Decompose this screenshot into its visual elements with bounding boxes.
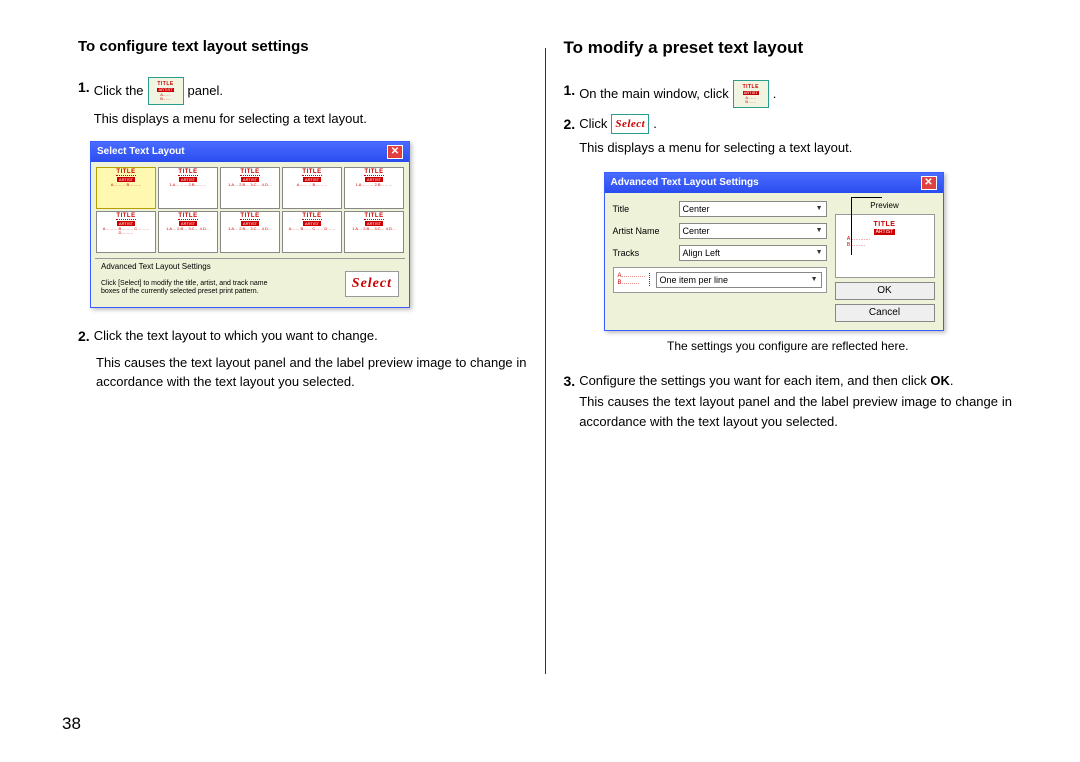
step2-text: Click the text layout to which you want … bbox=[94, 326, 527, 346]
tracks-label: Tracks bbox=[613, 248, 673, 258]
select-text-layout-dialog: Select Text Layout ✕ TITLEARTISTA……… B……… bbox=[90, 141, 410, 308]
step1-desc: This displays a menu for selecting a tex… bbox=[94, 109, 527, 129]
select-button-icon: Select bbox=[611, 114, 649, 134]
step3-desc: This causes the text layout panel and th… bbox=[579, 392, 1012, 431]
layout-option[interactable]: TITLEARTISTA……… B……… bbox=[282, 167, 342, 209]
left-column: To configure text layout settings 1. Cli… bbox=[60, 38, 545, 734]
step-number: 1. bbox=[78, 77, 90, 98]
step3-text-ok: OK bbox=[930, 373, 950, 388]
layout-option[interactable]: TITLEARTISTA…… B…… C…… D…… bbox=[282, 211, 342, 253]
step-number: 1. bbox=[564, 80, 576, 101]
manual-page: To configure text layout settings 1. Cli… bbox=[0, 0, 1080, 762]
left-step-2: 2. Click the text layout to which you wa… bbox=[78, 326, 527, 347]
advanced-section-text: Click [Select] to modify the title, arti… bbox=[101, 280, 281, 297]
layout-option[interactable]: TITLEARTIST1.A……… 2.B……… bbox=[344, 167, 404, 209]
cancel-button[interactable]: Cancel bbox=[835, 304, 935, 322]
preview-label: Preview bbox=[835, 201, 935, 210]
dialog-titlebar: Advanced Text Layout Settings ✕ bbox=[605, 173, 943, 193]
left-step-1: 1. Click the TITLEARTISTA……B…… panel. Th… bbox=[78, 77, 527, 129]
step-number: 2. bbox=[564, 114, 576, 135]
layout-option[interactable]: TITLEARTISTA……… B……… C……… D……… bbox=[96, 211, 156, 253]
dialog-title-text: Select Text Layout bbox=[97, 146, 185, 157]
step1-text-b: panel. bbox=[188, 81, 223, 101]
left-heading: To configure text layout settings bbox=[78, 38, 527, 55]
layout-grid: TITLEARTISTA……… B……… TITLEARTIST1.A……… 2… bbox=[91, 162, 409, 258]
select-button[interactable]: Select bbox=[345, 271, 399, 297]
step1-text-a: Click the bbox=[94, 81, 144, 101]
preview-caption: The settings you configure are reflected… bbox=[564, 339, 1013, 353]
layout-option[interactable]: TITLEARTIST1.A… 2.B… 3.C… 4.D… bbox=[344, 211, 404, 253]
step-number: 3. bbox=[564, 371, 576, 392]
page-number: 38 bbox=[62, 714, 81, 734]
tracks-thumb: A…………B……… bbox=[618, 273, 650, 286]
advanced-section: Advanced Text Layout Settings Click [Sel… bbox=[95, 258, 405, 303]
right-step-2: 2. Click Select . This displays a menu f… bbox=[564, 114, 1013, 158]
step3-text-c: . bbox=[950, 373, 954, 388]
step1-text: On the main window, click bbox=[579, 84, 729, 104]
callout-line bbox=[851, 197, 852, 255]
close-icon[interactable]: ✕ bbox=[387, 145, 403, 159]
items-per-line-select[interactable]: One item per line bbox=[656, 272, 822, 288]
title-artist-panel-icon: TITLEARTISTA……B…… bbox=[148, 77, 184, 105]
title-label: Title bbox=[613, 204, 673, 214]
right-heading: To modify a preset text layout bbox=[564, 38, 1013, 58]
artist-select[interactable]: Center bbox=[679, 223, 827, 239]
step-number: 2. bbox=[78, 326, 90, 347]
right-step-3: 3. Configure the settings you want for e… bbox=[564, 371, 1013, 432]
artist-label: Artist Name bbox=[613, 226, 673, 236]
ok-button[interactable]: OK bbox=[835, 282, 935, 300]
dialog-title-text: Advanced Text Layout Settings bbox=[611, 177, 759, 188]
preview-box: TITLE ARTIST A…………B……… bbox=[835, 214, 935, 278]
dialog-titlebar: Select Text Layout ✕ bbox=[91, 142, 409, 162]
advanced-section-title: Advanced Text Layout Settings bbox=[101, 262, 399, 271]
close-icon[interactable]: ✕ bbox=[921, 176, 937, 190]
tracks-select[interactable]: Align Left bbox=[679, 245, 827, 261]
title-select[interactable]: Center bbox=[679, 201, 827, 217]
layout-option[interactable]: TITLEARTISTA……… B……… bbox=[96, 167, 156, 209]
tracks-sample-row: A…………B……… One item per line bbox=[613, 267, 827, 293]
step2-desc: This causes the text layout panel and th… bbox=[96, 353, 527, 392]
settings-form: Title Center Artist Name Center Tracks A… bbox=[613, 201, 827, 322]
layout-option[interactable]: TITLEARTIST1.A… 2.B… 3.C… 4.D… bbox=[220, 167, 280, 209]
title-artist-panel-icon: TITLEARTISTA……B…… bbox=[733, 80, 769, 108]
step2-desc: This displays a menu for selecting a tex… bbox=[579, 138, 1012, 158]
advanced-text-layout-dialog: Advanced Text Layout Settings ✕ Title Ce… bbox=[604, 172, 944, 331]
layout-option[interactable]: TITLEARTIST1.A……… 2.B……… bbox=[158, 167, 218, 209]
step2-text: Click bbox=[579, 114, 607, 134]
layout-option[interactable]: TITLEARTIST1.A… 2.B… 3.C… 4.D… bbox=[158, 211, 218, 253]
step3-text-a: Configure the settings you want for each… bbox=[579, 373, 927, 388]
right-step-1: 1. On the main window, click TITLEARTIST… bbox=[564, 80, 1013, 108]
right-column: To modify a preset text layout 1. On the… bbox=[546, 38, 1031, 734]
layout-option[interactable]: TITLEARTIST1.A… 2.B… 3.C… 4.D… bbox=[220, 211, 280, 253]
